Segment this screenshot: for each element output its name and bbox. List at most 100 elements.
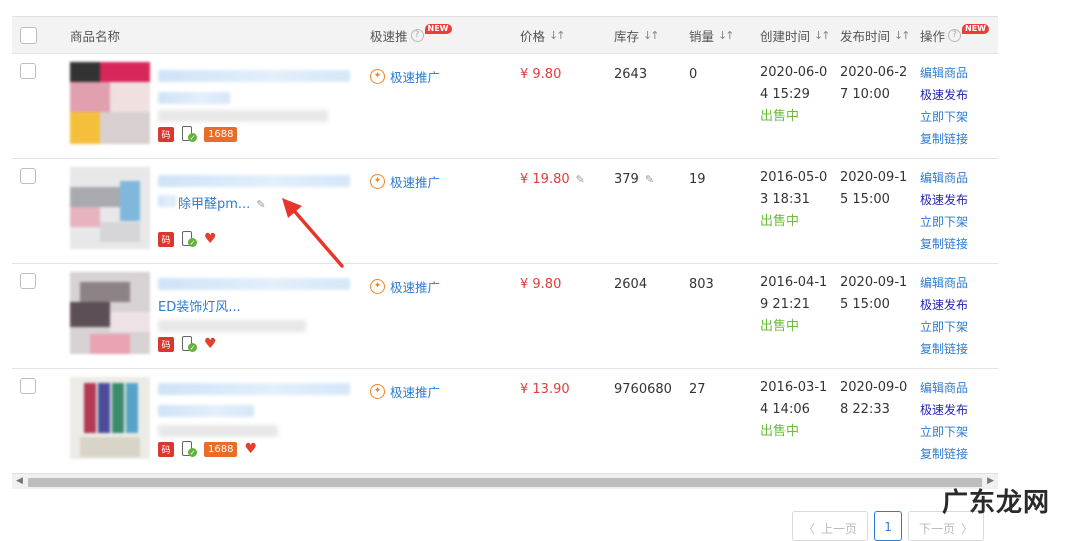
scroll-left-icon[interactable]: ◀ — [16, 476, 23, 486]
quick-promo-cell: ✦ 极速推广 — [370, 159, 520, 263]
mobile-check-icon: ✓ — [181, 126, 197, 142]
quick-promo-link[interactable]: ✦ 极速推广 — [370, 382, 440, 401]
product-subtitle-blurred — [158, 320, 306, 332]
stock-value: 2643 — [614, 67, 648, 82]
product-title-blurred[interactable] — [158, 278, 350, 290]
quick-promo-link[interactable]: ✦ 极速推广 — [370, 277, 440, 296]
sort-icon[interactable]: ↓↑ — [814, 29, 831, 42]
row-checkbox-cell — [12, 159, 70, 263]
mobile-check-icon: ✓ — [181, 231, 197, 247]
created-date: 2016-03-1 — [760, 380, 828, 395]
sort-icon[interactable]: ↓↑ — [549, 29, 566, 42]
col-price[interactable]: 价格 ↓↑ — [520, 26, 614, 45]
publish-time: 5 15:00 — [840, 297, 890, 312]
publish-time-cell: 2020-09-1 5 15:00 — [840, 159, 920, 263]
row-checkbox[interactable] — [20, 63, 36, 79]
created-date: 2016-05-0 — [760, 170, 828, 185]
product-thumbnail[interactable] — [70, 62, 150, 144]
page-number-button[interactable]: 1 — [874, 511, 903, 541]
product-title-blurred[interactable] — [158, 175, 350, 187]
col-price-label: 价格 — [520, 28, 546, 44]
col-publish-time-label: 发布时间 — [840, 28, 891, 44]
sales-cell: 27 — [689, 369, 760, 474]
copy-link-link[interactable]: 复制链接 — [920, 233, 998, 255]
product-title-blurred[interactable] — [158, 195, 176, 207]
created-time-cell: 2016-04-1 9 21:21 出售中 — [760, 264, 840, 368]
quick-publish-link[interactable]: 极速发布 — [920, 294, 998, 316]
pencil-icon[interactable]: ✎ — [645, 173, 654, 186]
product-title-link[interactable]: ED装饰灯风... — [158, 296, 241, 315]
row-checkbox[interactable] — [20, 273, 36, 289]
select-all-checkbox[interactable] — [20, 26, 37, 44]
sort-icon[interactable]: ↓↑ — [718, 29, 735, 42]
price-cell: ¥ 9.80 — [520, 54, 614, 158]
quick-publish-link[interactable]: 极速发布 — [920, 84, 998, 106]
product-thumbnail[interactable] — [70, 167, 150, 249]
copy-link-link[interactable]: 复制链接 — [920, 128, 998, 150]
table-row: 码 ✓ 1688 ✦ 极速推广 ¥ 9.80 2643 0 2020-06-0 … — [12, 54, 998, 159]
product-title-blurred[interactable] — [158, 92, 230, 104]
product-title-blurred[interactable] — [158, 383, 350, 395]
edit-product-link[interactable]: 编辑商品 — [920, 167, 998, 189]
col-stock[interactable]: 库存 ↓↑ — [614, 26, 689, 45]
product-thumbnail[interactable] — [70, 377, 150, 459]
chevron-left-icon: 〈 — [803, 522, 816, 536]
horizontal-scrollbar[interactable]: ◀ ▶ — [12, 473, 998, 489]
quick-promo-label: 极速推广 — [390, 69, 441, 85]
col-created-time-label: 创建时间 — [760, 28, 811, 44]
help-icon[interactable]: ? — [410, 28, 424, 42]
col-product-name: 商品名称 — [70, 26, 370, 45]
sales-cell: 0 — [689, 54, 760, 158]
price-cell: ¥ 13.90 — [520, 369, 614, 474]
stock-cell: 379 ✎ — [614, 159, 689, 263]
product-title-link[interactable]: 除甲醛pm... ✎ — [178, 193, 266, 212]
pencil-icon[interactable]: ✎ — [576, 173, 585, 186]
product-title-text: ED装饰灯风... — [158, 300, 241, 315]
col-quick-promo: 极速推 ? NEW — [370, 24, 520, 45]
quick-promo-link[interactable]: ✦ 极速推广 — [370, 67, 440, 86]
row-checkbox[interactable] — [20, 168, 36, 184]
scrollbar-thumb[interactable] — [28, 478, 982, 487]
product-thumbnail[interactable] — [70, 272, 150, 354]
product-table: 商品名称 极速推 ? NEW 价格 ↓↑ 库存 ↓↑ 销量 ↓↑ 创建时间 ↓↑… — [12, 16, 998, 474]
delist-link[interactable]: 立即下架 — [920, 421, 998, 443]
row-checkbox[interactable] — [20, 378, 36, 394]
stock-value: 379 — [614, 172, 639, 187]
product-title-blurred[interactable] — [158, 70, 350, 82]
product-name-cell: 码 ✓ 1688 — [70, 54, 370, 158]
col-created-time[interactable]: 创建时间 ↓↑ — [760, 26, 840, 45]
product-title-blurred[interactable] — [158, 405, 254, 417]
col-sales[interactable]: 销量 ↓↑ — [689, 26, 760, 45]
publish-time: 8 22:33 — [840, 402, 890, 417]
sort-icon[interactable]: ↓↑ — [894, 29, 911, 42]
delist-link[interactable]: 立即下架 — [920, 211, 998, 233]
prev-page-label: 上一页 — [821, 522, 858, 536]
code-badge: 码 — [158, 231, 174, 247]
edit-product-link[interactable]: 编辑商品 — [920, 62, 998, 84]
delist-link[interactable]: 立即下架 — [920, 316, 998, 338]
created-time-cell: 2016-05-0 3 18:31 出售中 — [760, 159, 840, 263]
col-sales-label: 销量 — [689, 28, 715, 44]
help-icon[interactable]: ? — [948, 28, 962, 42]
badge-1688: 1688 — [204, 126, 238, 142]
price-cell: ¥ 9.80 — [520, 264, 614, 368]
prev-page-button[interactable]: 〈 上一页 — [792, 511, 869, 541]
code-badge: 码 — [158, 336, 174, 352]
quick-publish-link[interactable]: 极速发布 — [920, 189, 998, 211]
copy-link-link[interactable]: 复制链接 — [920, 338, 998, 360]
product-name-cell: ED装饰灯风... 码 ✓ ♥ — [70, 264, 370, 368]
actions-cell: 编辑商品 极速发布 立即下架 复制链接 — [920, 54, 998, 158]
heart-icon: ♥ — [204, 336, 217, 352]
copy-link-link[interactable]: 复制链接 — [920, 443, 998, 465]
quick-promo-link[interactable]: ✦ 极速推广 — [370, 172, 440, 191]
product-subtitle-blurred — [158, 425, 278, 437]
delist-link[interactable]: 立即下架 — [920, 106, 998, 128]
edit-product-link[interactable]: 编辑商品 — [920, 272, 998, 294]
quick-publish-link[interactable]: 极速发布 — [920, 399, 998, 421]
pencil-icon[interactable]: ✎ — [256, 198, 265, 211]
col-product-name-label: 商品名称 — [70, 28, 121, 44]
col-publish-time[interactable]: 发布时间 ↓↑ — [840, 26, 920, 45]
sort-icon[interactable]: ↓↑ — [643, 29, 660, 42]
edit-product-link[interactable]: 编辑商品 — [920, 377, 998, 399]
price-value: ¥ 19.80 — [520, 172, 570, 187]
